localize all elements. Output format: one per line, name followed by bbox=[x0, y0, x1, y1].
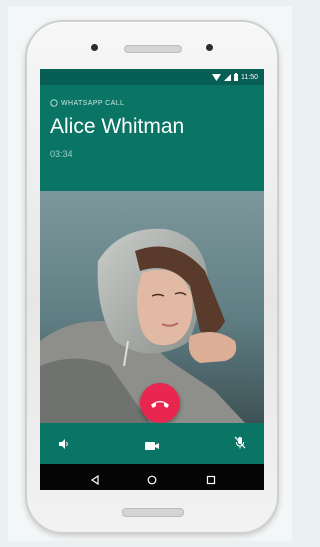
sensor-icon bbox=[206, 44, 213, 51]
back-icon bbox=[90, 474, 99, 486]
mute-microphone-icon bbox=[234, 436, 246, 449]
back-button[interactable] bbox=[90, 472, 100, 490]
status-bar: 11:50 bbox=[40, 69, 264, 85]
system-nav-bar bbox=[40, 464, 264, 490]
phone-device: 11:50 WHATSAPP CALL Alice Whitman 03:34 bbox=[25, 20, 279, 534]
video-toggle-button[interactable] bbox=[145, 438, 159, 456]
call-duration: 03:34 bbox=[50, 149, 73, 159]
wifi-icon bbox=[212, 73, 221, 81]
whatsapp-icon bbox=[50, 99, 58, 107]
front-camera-icon bbox=[91, 44, 98, 51]
call-controls-bar bbox=[40, 423, 264, 464]
mute-button[interactable] bbox=[234, 436, 246, 454]
app-label-text: WHATSAPP CALL bbox=[61, 99, 125, 107]
earpiece-speaker bbox=[124, 45, 182, 53]
video-camera-icon bbox=[145, 442, 159, 450]
home-icon bbox=[147, 475, 157, 485]
home-button[interactable] bbox=[147, 472, 157, 490]
remote-video-feed bbox=[40, 191, 264, 423]
contact-name: Alice Whitman bbox=[50, 115, 185, 138]
end-call-button[interactable] bbox=[140, 383, 180, 423]
end-call-icon bbox=[151, 401, 169, 408]
battery-icon bbox=[234, 73, 238, 81]
bottom-speaker bbox=[122, 508, 184, 517]
call-header: WHATSAPP CALL Alice Whitman 03:34 bbox=[40, 85, 264, 191]
recents-icon bbox=[206, 475, 216, 485]
phone-screen: 11:50 WHATSAPP CALL Alice Whitman 03:34 bbox=[40, 69, 264, 490]
signal-icon bbox=[224, 73, 231, 81]
app-label: WHATSAPP CALL bbox=[50, 99, 124, 107]
speaker-icon bbox=[59, 439, 68, 449]
recents-button[interactable] bbox=[206, 472, 216, 490]
speaker-button[interactable] bbox=[58, 437, 70, 455]
status-time: 11:50 bbox=[241, 73, 258, 81]
